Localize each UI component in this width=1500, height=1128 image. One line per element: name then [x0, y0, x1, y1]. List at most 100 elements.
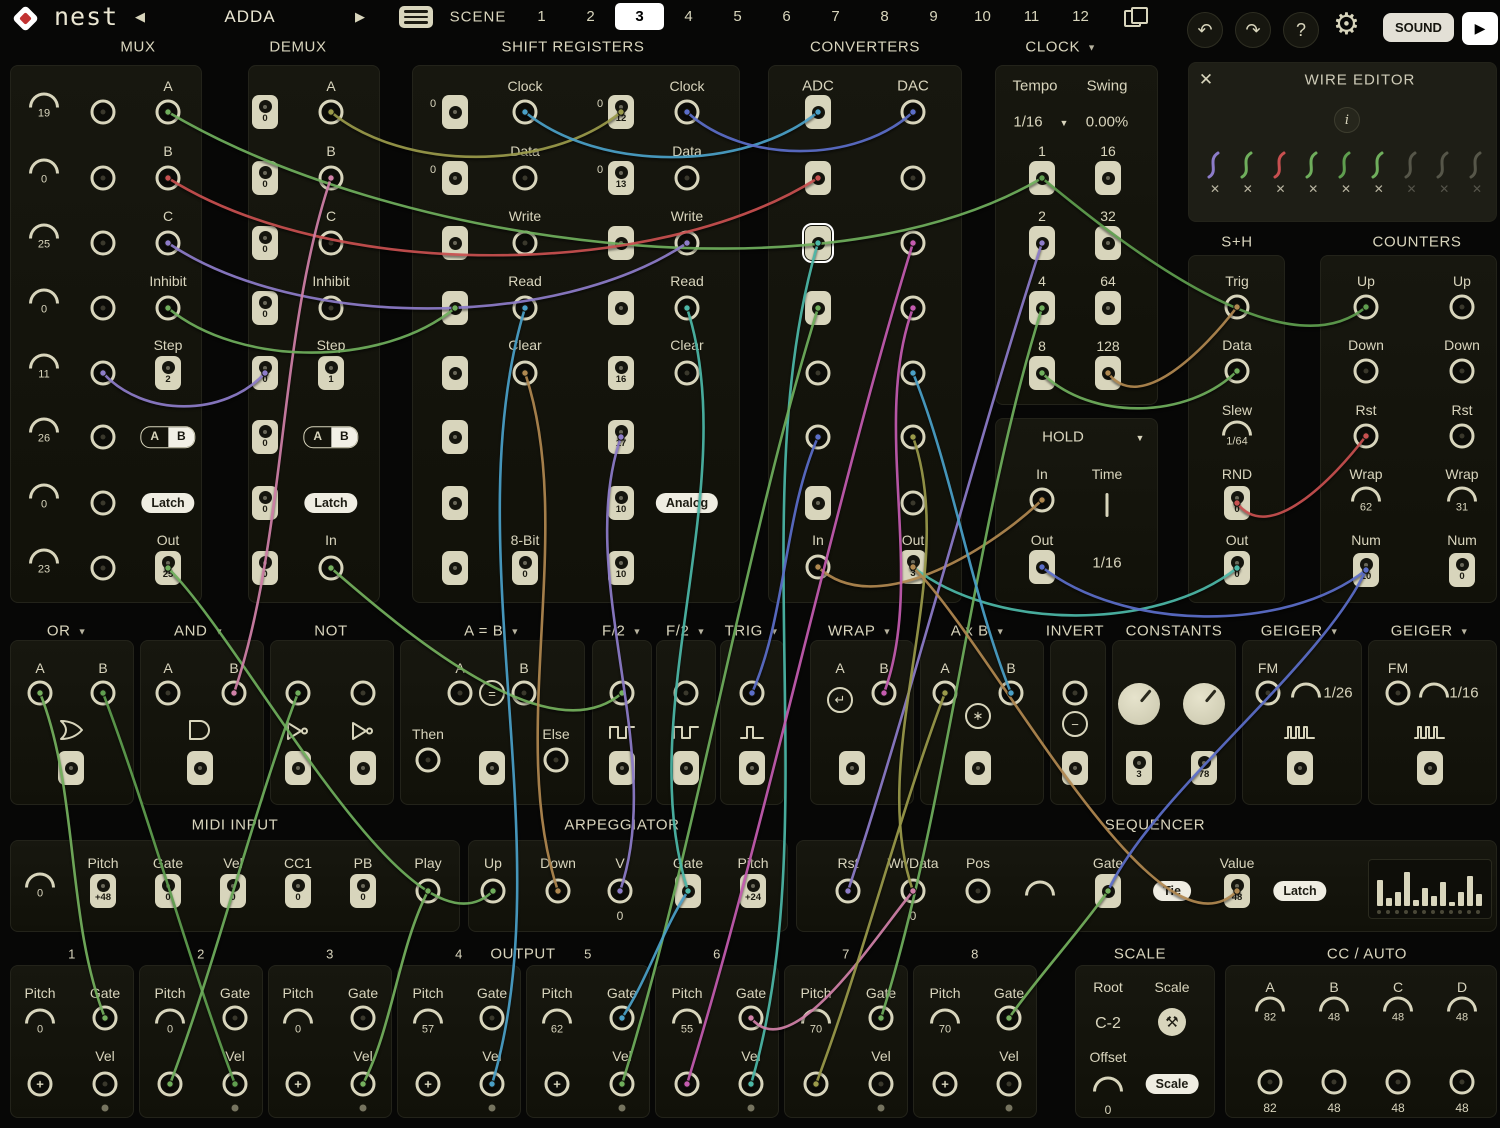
mux-b-port[interactable]: [156, 166, 181, 191]
arp-gate-port[interactable]: [675, 874, 701, 908]
sr2-in-5[interactable]: 16: [608, 356, 634, 390]
output7-gate-port[interactable]: [869, 1006, 894, 1031]
scene-button-12[interactable]: 12: [1056, 3, 1105, 30]
wire-slot-3-delete-icon[interactable]: ✕: [1275, 183, 1285, 195]
output6-pitch-offset-port[interactable]: +: [675, 1072, 700, 1097]
wrap-dropdown-icon[interactable]: ▼: [882, 626, 892, 636]
mux-c-port[interactable]: [156, 231, 181, 256]
mux-knob-7[interactable]: 0: [29, 484, 59, 511]
scale-edit-button[interactable]: ⚒: [1158, 1008, 1186, 1036]
geiger1-out-port[interactable]: [1287, 751, 1313, 785]
geiger1-rate-knob[interactable]: [1291, 683, 1321, 698]
aeqb-b-port[interactable]: [512, 681, 537, 706]
mux-knob-1[interactable]: 19: [29, 93, 59, 120]
a-x-b-dropdown-icon[interactable]: ▼: [996, 626, 1006, 636]
and-out-port[interactable]: [187, 751, 213, 785]
adc-in-port[interactable]: [806, 555, 831, 580]
sr2-in-4[interactable]: [608, 291, 634, 325]
clock-div8-port[interactable]: [1029, 356, 1055, 390]
output6-vel-port[interactable]: [739, 1072, 764, 1097]
dac-bit-1[interactable]: [901, 100, 926, 125]
wire-slot-2-delete-icon[interactable]: ✕: [1243, 183, 1253, 195]
cc-a-knob[interactable]: 82: [1255, 997, 1285, 1024]
counter2-rst-port[interactable]: [1450, 424, 1475, 449]
cc-d-port[interactable]: [1450, 1070, 1475, 1095]
demux-latch-button[interactable]: Latch: [304, 493, 357, 513]
clock-div2-port[interactable]: [1029, 226, 1055, 260]
mux-out-port[interactable]: 25: [155, 551, 181, 585]
dac-bit-7[interactable]: [901, 491, 926, 516]
scene-button-7[interactable]: 7: [811, 3, 860, 30]
mux-ab-toggle[interactable]: AB: [140, 426, 195, 448]
and-dropdown-icon[interactable]: ▼: [214, 626, 224, 636]
demux-step-port[interactable]: 1: [318, 356, 344, 390]
constant2-out-port[interactable]: 78: [1191, 751, 1217, 785]
cc-b-port[interactable]: [1322, 1070, 1347, 1095]
counter2-up-port[interactable]: [1450, 295, 1475, 320]
cc-c-port[interactable]: [1386, 1070, 1411, 1095]
mux-step-port[interactable]: 2: [155, 356, 181, 390]
arp-v-port[interactable]: [608, 879, 633, 904]
scene-button-6[interactable]: 6: [762, 3, 811, 30]
sr1-read-port[interactable]: [513, 296, 538, 321]
output3-vel-port[interactable]: [351, 1072, 376, 1097]
mux-knob-3[interactable]: 25: [29, 224, 59, 251]
sr2-write-port[interactable]: [675, 231, 700, 256]
sh-slew-knob[interactable]: 1/64: [1222, 421, 1252, 448]
cc-b-knob[interactable]: 48: [1319, 997, 1349, 1024]
trig-dropdown-icon[interactable]: ▼: [770, 626, 780, 636]
mux-in-2[interactable]: [91, 166, 116, 191]
counter1-up-port[interactable]: [1354, 295, 1379, 320]
preset-prev-button[interactable]: ◀: [135, 9, 145, 25]
counter2-wrap-knob[interactable]: 31: [1447, 487, 1477, 514]
output2-pitch-knob[interactable]: 0: [155, 1009, 185, 1036]
demux-in-4[interactable]: 0: [252, 291, 278, 325]
f2b-out-port[interactable]: [673, 751, 699, 785]
output4-pitch-knob[interactable]: 57: [413, 1009, 443, 1036]
dac-bit-3[interactable]: [901, 231, 926, 256]
clock-div32-port[interactable]: [1095, 226, 1121, 260]
wire-editor-close-icon[interactable]: ✕: [1199, 70, 1213, 90]
invert-in-port[interactable]: [1063, 681, 1088, 706]
scale-quantize-button[interactable]: Scale: [1146, 1074, 1199, 1094]
output4-pitch-offset-port[interactable]: +: [416, 1072, 441, 1097]
seq-tie-button[interactable]: Tie: [1153, 881, 1191, 901]
midi-pb-port[interactable]: 0: [350, 874, 376, 908]
counter1-rst-port[interactable]: [1354, 424, 1379, 449]
help-button[interactable]: ?: [1283, 12, 1319, 48]
aeqb-then-port[interactable]: [416, 748, 441, 773]
mux-knob-6[interactable]: 26: [29, 418, 59, 445]
midi-knob[interactable]: 0: [25, 873, 55, 900]
clock-div16-port[interactable]: [1095, 161, 1121, 195]
toggle-option-a[interactable]: A: [304, 427, 331, 447]
hold-dropdown-icon[interactable]: ▼: [1136, 433, 1145, 443]
output1-vel-port[interactable]: [93, 1072, 118, 1097]
scene-copy-icon[interactable]: [1124, 7, 1150, 27]
counter1-wrap-knob[interactable]: 62: [1351, 487, 1381, 514]
mux-in-3[interactable]: [91, 231, 116, 256]
not2-out-port[interactable]: [350, 751, 376, 785]
counter2-down-port[interactable]: [1450, 359, 1475, 384]
wire-slot-5-delete-icon[interactable]: ✕: [1341, 183, 1351, 195]
output1-pitch-offset-port[interactable]: +: [28, 1072, 53, 1097]
adc-bit-6[interactable]: [806, 425, 831, 450]
sr1-in-2[interactable]: [442, 161, 468, 195]
output5-pitch-knob[interactable]: 62: [542, 1009, 572, 1036]
f-2-dropdown-icon[interactable]: ▼: [632, 626, 642, 636]
mux-knob-4[interactable]: 0: [29, 289, 59, 316]
demux-a-port[interactable]: [319, 100, 344, 125]
trig-in-port[interactable]: [740, 681, 765, 706]
menu-icon[interactable]: [399, 6, 433, 28]
wrap-b-port[interactable]: [872, 681, 897, 706]
scene-button-10[interactable]: 10: [958, 3, 1007, 30]
output7-pitch-offset-port[interactable]: +: [804, 1072, 829, 1097]
sr2-in-3[interactable]: [608, 226, 634, 260]
counter1-down-port[interactable]: [1354, 359, 1379, 384]
not1-out-port[interactable]: [285, 751, 311, 785]
f2a-in-port[interactable]: [610, 681, 635, 706]
scale-offset-knob[interactable]: [1093, 1077, 1123, 1092]
sr2-read-port[interactable]: [675, 296, 700, 321]
demux-in-1[interactable]: 0: [252, 95, 278, 129]
scene-button-9[interactable]: 9: [909, 3, 958, 30]
counter2-num-port[interactable]: 0: [1449, 553, 1475, 587]
